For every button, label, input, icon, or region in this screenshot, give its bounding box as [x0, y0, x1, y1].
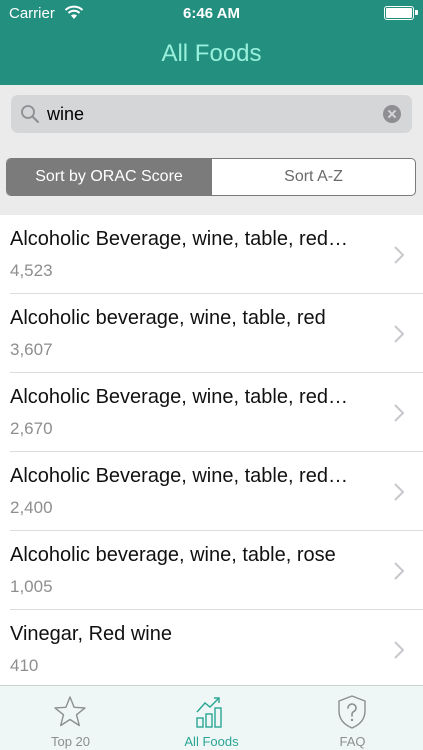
search-bar[interactable]: [11, 95, 412, 133]
sort-a-z-button[interactable]: Sort A-Z: [211, 159, 415, 195]
clear-search-icon[interactable]: [383, 105, 401, 123]
orac-score: 2,400: [10, 498, 53, 517]
navigation-header: Carrier 6:46 AM All Foods: [0, 0, 423, 85]
list-item[interactable]: Alcoholic Beverage, wine, table, red… 2,…: [10, 452, 423, 531]
chevron-right-icon: [394, 325, 404, 343]
sort-by-orac-button[interactable]: Sort by ORAC Score: [7, 159, 211, 195]
food-name: Alcoholic Beverage, wine, table, red…: [10, 228, 348, 250]
orac-score: 410: [10, 656, 39, 675]
search-icon: [21, 105, 39, 123]
tab-label: All Foods: [184, 734, 239, 749]
food-name: Alcoholic Beverage, wine, table, red…: [10, 465, 348, 487]
list-item[interactable]: Alcoholic beverage, wine, table, rose 1,…: [10, 531, 423, 610]
food-name: Vinegar, Red wine: [10, 623, 172, 645]
page-title: All Foods: [161, 40, 262, 67]
orac-score: 3,607: [10, 340, 53, 359]
chevron-right-icon: [394, 404, 404, 422]
orac-score: 2,670: [10, 419, 53, 438]
tab-label: FAQ: [339, 734, 366, 749]
status-bar: Carrier 6:46 AM: [0, 0, 423, 28]
search-and-sort-panel: Sort by ORAC Score Sort A-Z: [0, 85, 423, 215]
chevron-right-icon: [394, 562, 404, 580]
question-shield-icon: [338, 695, 366, 729]
star-icon: [54, 696, 86, 727]
list-item[interactable]: Alcoholic Beverage, wine, table, red… 2,…: [10, 373, 423, 452]
food-name: Alcoholic beverage, wine, table, red: [10, 307, 326, 329]
list-item[interactable]: Alcoholic beverage, wine, table, red 3,6…: [10, 294, 423, 373]
tab-label: Top 20: [50, 734, 91, 749]
bar-chart-icon: [196, 697, 222, 728]
list-item[interactable]: Alcoholic Beverage, wine, table, red… 4,…: [10, 215, 423, 294]
search-input[interactable]: [47, 95, 377, 133]
tab-all-foods[interactable]: All Foods: [141, 686, 282, 750]
list-item[interactable]: Vinegar, Red wine 410: [10, 610, 423, 685]
battery-icon: [384, 6, 418, 20]
food-name: Alcoholic beverage, wine, table, rose: [10, 544, 336, 566]
food-list: Alcoholic Beverage, wine, table, red… 4,…: [0, 215, 423, 685]
tab-bar: Top 20 All Foods FAQ: [0, 685, 423, 750]
orac-score: 4,523: [10, 261, 53, 280]
orac-score: 1,005: [10, 577, 53, 596]
chevron-right-icon: [394, 641, 404, 659]
tab-top-20[interactable]: Top 20: [0, 686, 141, 750]
chevron-right-icon: [394, 483, 404, 501]
food-name: Alcoholic Beverage, wine, table, red…: [10, 386, 348, 408]
sort-segmented-control: Sort by ORAC Score Sort A-Z: [6, 158, 416, 196]
clock-time: 6:46 AM: [183, 5, 240, 22]
chevron-right-icon: [394, 246, 404, 264]
tab-faq[interactable]: FAQ: [282, 686, 423, 750]
